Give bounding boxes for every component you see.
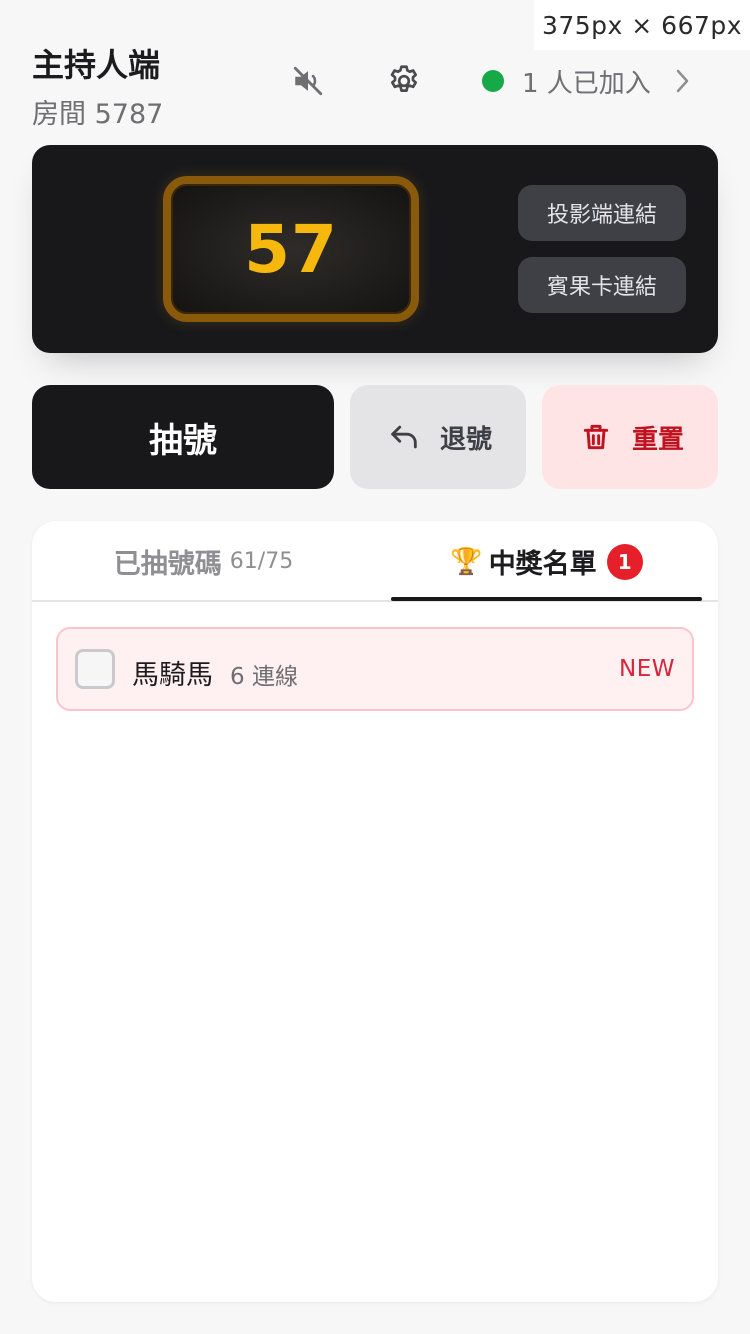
new-badge: NEW bbox=[619, 656, 675, 682]
gear-icon bbox=[390, 65, 418, 92]
trash-icon bbox=[576, 417, 616, 457]
mute-button[interactable] bbox=[284, 57, 332, 105]
speaker-muted-icon bbox=[293, 66, 323, 96]
draw-label: 抽號 bbox=[149, 420, 217, 461]
tab-drawn-count: 61/75 bbox=[229, 549, 294, 574]
winners-count-badge: 1 bbox=[606, 543, 643, 580]
winner-lines: 6 連線 bbox=[230, 664, 298, 690]
current-number-frame: 57 bbox=[163, 176, 419, 322]
tab-drawn-label: 已抽號碼 bbox=[113, 549, 222, 580]
players-joined[interactable]: 1 人已加入 bbox=[482, 58, 695, 104]
reset-button[interactable]: 重置 bbox=[542, 385, 718, 489]
settings-button[interactable] bbox=[380, 57, 428, 105]
chevron-right-icon bbox=[675, 66, 695, 96]
active-tab-indicator bbox=[391, 597, 702, 601]
number-board: 57 投影端連結 賓果卡連結 bbox=[32, 145, 718, 353]
tab-winners[interactable]: 🏆 中獎名單 1 bbox=[375, 521, 718, 602]
draw-number-button[interactable]: 抽號 bbox=[32, 385, 334, 489]
trophy-icon: 🏆 bbox=[450, 546, 483, 577]
undo-number-button[interactable]: 退號 bbox=[350, 385, 526, 489]
header: 主持人端 房間 5787 1 人已加入 bbox=[32, 38, 718, 138]
page-title: 主持人端 bbox=[32, 46, 161, 84]
tab-bar: 已抽號碼 61/75 🏆 中獎名單 1 bbox=[32, 521, 718, 602]
bingo-card-link-button[interactable]: 賓果卡連結 bbox=[518, 257, 686, 313]
room-label: 房間 5787 bbox=[32, 99, 164, 130]
winner-name: 馬騎馬 bbox=[132, 660, 213, 691]
reset-label: 重置 bbox=[631, 424, 684, 455]
undo-arrow-icon bbox=[384, 417, 424, 457]
results-panel: 已抽號碼 61/75 🏆 中獎名單 1 馬騎馬 6 連線 NEW bbox=[32, 521, 718, 1302]
players-count-label: 1 人已加入 bbox=[522, 68, 651, 99]
list-item: 馬騎馬 6 連線 NEW bbox=[56, 627, 694, 711]
online-status-dot bbox=[482, 70, 504, 92]
tab-drawn-numbers[interactable]: 已抽號碼 61/75 bbox=[32, 521, 375, 602]
tab-winners-label: 中獎名單 bbox=[488, 549, 597, 580]
undo-label: 退號 bbox=[439, 424, 492, 455]
winner-checkbox[interactable] bbox=[75, 649, 115, 689]
projector-link-button[interactable]: 投影端連結 bbox=[518, 185, 686, 241]
current-number: 57 bbox=[244, 210, 338, 288]
